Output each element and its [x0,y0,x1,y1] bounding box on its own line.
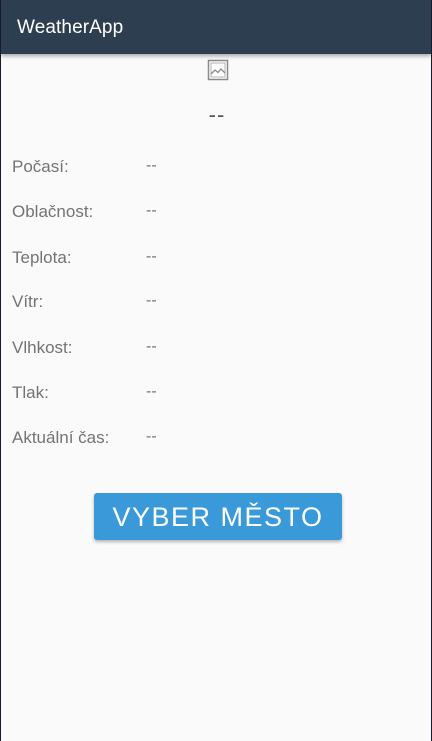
cloudiness-value: -- [146,202,157,219]
app-screen: WeatherApp -- Počasí: -- Oblačnost: -- T… [1,0,431,741]
wind-value: -- [146,292,157,309]
pressure-value: -- [146,383,157,400]
current-time-value: -- [146,428,157,445]
cloudiness-label: Oblačnost: [12,202,94,221]
temperature-value: -- [146,248,157,265]
humidity-label: Vlhkost: [12,338,73,357]
broken-image-icon [206,58,230,82]
city-name: -- [208,102,226,127]
pressure-label: Tlak: [12,383,49,402]
select-city-button[interactable]: VYBER MĚSTO [94,493,342,540]
weather-value: -- [146,157,157,174]
weather-label: Počasí: [12,157,69,176]
current-time-label: Aktuální čas: [12,428,110,447]
app-bar: WeatherApp [1,0,431,54]
app-title: WeatherApp [17,17,124,38]
wind-label: Vítr: [12,292,44,311]
humidity-value: -- [146,338,157,355]
temperature-label: Teplota: [12,248,72,267]
